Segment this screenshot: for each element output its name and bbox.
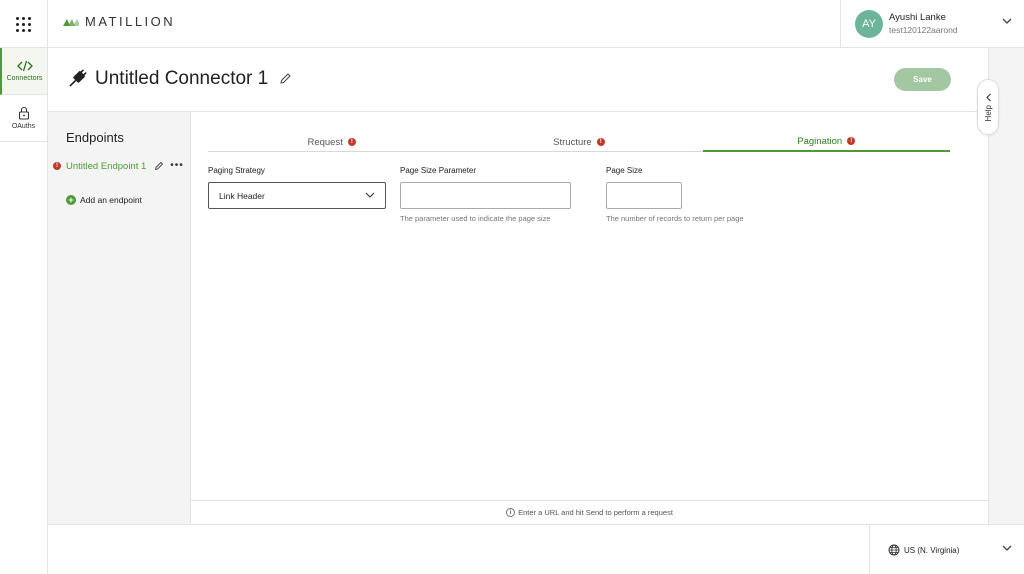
page-size-parameter-label: Page Size Parameter	[400, 166, 477, 175]
page-size-hint: The number of records to return per page	[606, 214, 744, 223]
error-icon: !	[53, 162, 61, 170]
bottom-bar: US (N. Virginia)	[48, 524, 1024, 574]
help-button[interactable]: Help	[977, 79, 999, 135]
editor-tabs: Request ! Structure ! Pagination !	[208, 132, 950, 152]
user-name: Ayushi Lanke	[889, 12, 946, 23]
nav-item-oauths[interactable]: OAuths	[0, 95, 47, 142]
endpoint-item[interactable]: ! Untitled Endpoint 1 •••	[53, 158, 188, 174]
chevron-left-icon	[985, 93, 991, 102]
code-icon	[16, 60, 33, 72]
app-switcher-button[interactable]	[0, 0, 48, 48]
nav-item-connectors[interactable]: Connectors	[0, 48, 47, 95]
main-panel: Untitled Connector 1 Save Endpoints ! Un…	[48, 48, 988, 524]
endpoint-editor: Request ! Structure ! Pagination ! Pagin…	[191, 112, 988, 524]
page-title: Untitled Connector 1	[95, 68, 269, 89]
tab-pagination[interactable]: Pagination !	[702, 132, 950, 152]
globe-icon	[888, 544, 900, 556]
tab-structure[interactable]: Structure !	[455, 132, 702, 152]
paging-strategy-select[interactable]: Link Header	[208, 182, 386, 209]
avatar: AY	[855, 10, 883, 38]
request-hint-text: Enter a URL and hit Send to perform a re…	[518, 508, 673, 517]
chevron-down-icon	[365, 192, 375, 198]
lock-icon	[18, 106, 29, 120]
tab-label: Structure	[553, 136, 592, 148]
tab-label: Request	[307, 136, 343, 148]
endpoints-title: Endpoints	[66, 130, 124, 145]
more-options-icon[interactable]: •••	[170, 161, 184, 171]
page-size-parameter-hint: The parameter used to indicate the page …	[400, 214, 551, 223]
save-button[interactable]: Save	[894, 68, 951, 91]
region-label: US (N. Virginia)	[904, 545, 960, 555]
left-nav-rail: Connectors OAuths	[0, 48, 48, 574]
tab-label: Pagination	[797, 135, 843, 147]
plus-circle-icon: +	[66, 195, 76, 205]
grid-icon	[16, 16, 31, 32]
pencil-icon[interactable]	[279, 72, 292, 85]
page-size-label: Page Size	[606, 166, 643, 175]
plug-icon	[69, 69, 87, 87]
endpoint-name: Untitled Endpoint 1	[66, 160, 147, 172]
nav-item-label: OAuths	[11, 123, 36, 130]
user-menu[interactable]: AY Ayushi Lanke test120122aarond	[840, 0, 1024, 48]
add-endpoint-label: Add an endpoint	[80, 195, 142, 205]
tab-request[interactable]: Request !	[208, 132, 455, 152]
region-selector[interactable]: US (N. Virginia)	[869, 525, 1024, 574]
endpoints-panel: Endpoints ! Untitled Endpoint 1 ••• + Ad…	[48, 112, 191, 524]
page-size-parameter-input[interactable]	[400, 182, 571, 209]
pencil-icon[interactable]	[154, 161, 164, 171]
chevron-down-icon	[1002, 18, 1012, 24]
error-icon: !	[596, 138, 605, 146]
add-endpoint-button[interactable]: + Add an endpoint	[66, 195, 142, 205]
page-size-input[interactable]	[606, 182, 682, 209]
logo-text: MATILLION	[85, 14, 176, 29]
info-icon: i	[506, 508, 516, 517]
user-org: test120122aarond	[889, 25, 958, 35]
matillion-logo[interactable]: MATILLION	[63, 14, 175, 29]
paging-strategy-label: Paging Strategy	[208, 166, 265, 175]
request-hint-bar: i Enter a URL and hit Send to perform a …	[191, 500, 988, 524]
nav-item-label: Connectors	[6, 75, 43, 82]
chevron-down-icon	[1002, 545, 1012, 551]
top-bar: MATILLION AY Ayushi Lanke test120122aaro…	[0, 0, 1024, 48]
title-row: Untitled Connector 1 Save	[48, 48, 988, 112]
matillion-logo-icon	[63, 18, 79, 26]
error-icon: !	[347, 138, 356, 146]
help-label: Help	[983, 104, 993, 122]
error-icon: !	[847, 137, 856, 145]
paging-strategy-value: Link Header	[219, 190, 265, 201]
